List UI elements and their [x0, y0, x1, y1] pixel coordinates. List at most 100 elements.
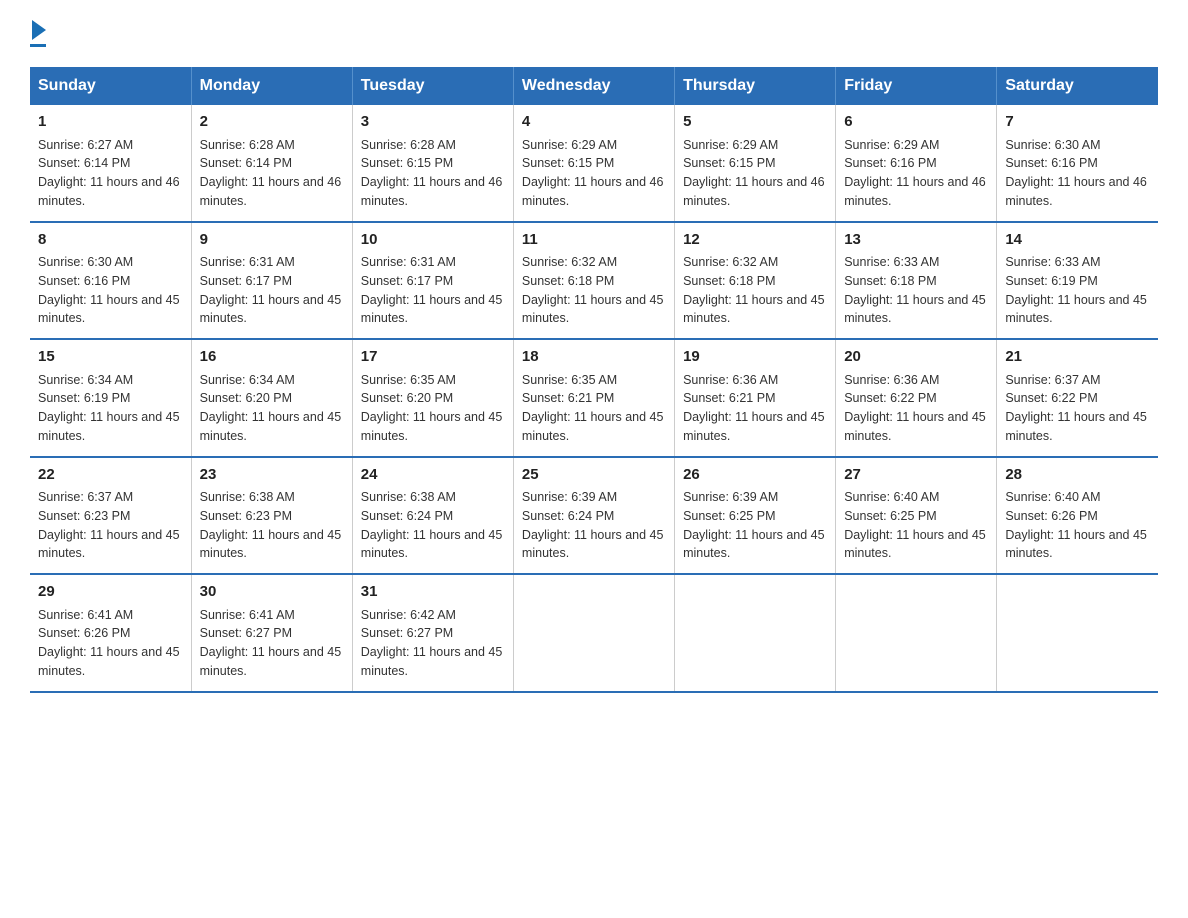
page-header — [30, 20, 1158, 47]
day-info: Sunrise: 6:37 AMSunset: 6:22 PMDaylight:… — [1005, 371, 1150, 446]
day-info: Sunrise: 6:35 AMSunset: 6:20 PMDaylight:… — [361, 371, 505, 446]
day-number: 27 — [844, 464, 988, 487]
calendar-cell: 26 Sunrise: 6:39 AMSunset: 6:25 PMDaylig… — [675, 457, 836, 575]
day-info: Sunrise: 6:36 AMSunset: 6:22 PMDaylight:… — [844, 371, 988, 446]
calendar-cell: 24 Sunrise: 6:38 AMSunset: 6:24 PMDaylig… — [352, 457, 513, 575]
day-number: 15 — [38, 346, 183, 369]
week-row-4: 22 Sunrise: 6:37 AMSunset: 6:23 PMDaylig… — [30, 457, 1158, 575]
calendar-cell: 1 Sunrise: 6:27 AMSunset: 6:14 PMDayligh… — [30, 105, 191, 222]
calendar-cell: 5 Sunrise: 6:29 AMSunset: 6:15 PMDayligh… — [675, 105, 836, 222]
calendar-cell: 29 Sunrise: 6:41 AMSunset: 6:26 PMDaylig… — [30, 574, 191, 692]
day-info: Sunrise: 6:38 AMSunset: 6:24 PMDaylight:… — [361, 488, 505, 563]
day-info: Sunrise: 6:33 AMSunset: 6:19 PMDaylight:… — [1005, 253, 1150, 328]
calendar-cell: 11 Sunrise: 6:32 AMSunset: 6:18 PMDaylig… — [513, 222, 674, 340]
week-row-1: 1 Sunrise: 6:27 AMSunset: 6:14 PMDayligh… — [30, 105, 1158, 222]
day-info: Sunrise: 6:34 AMSunset: 6:19 PMDaylight:… — [38, 371, 183, 446]
day-number: 14 — [1005, 229, 1150, 252]
logo — [30, 20, 46, 47]
day-number: 28 — [1005, 464, 1150, 487]
calendar-cell: 10 Sunrise: 6:31 AMSunset: 6:17 PMDaylig… — [352, 222, 513, 340]
calendar-cell: 14 Sunrise: 6:33 AMSunset: 6:19 PMDaylig… — [997, 222, 1158, 340]
calendar-cell — [675, 574, 836, 692]
calendar-cell: 3 Sunrise: 6:28 AMSunset: 6:15 PMDayligh… — [352, 105, 513, 222]
day-info: Sunrise: 6:40 AMSunset: 6:25 PMDaylight:… — [844, 488, 988, 563]
day-number: 10 — [361, 229, 505, 252]
day-info: Sunrise: 6:28 AMSunset: 6:14 PMDaylight:… — [200, 136, 344, 211]
day-number: 21 — [1005, 346, 1150, 369]
calendar-cell — [513, 574, 674, 692]
day-number: 20 — [844, 346, 988, 369]
weekday-header-wednesday: Wednesday — [513, 67, 674, 105]
day-info: Sunrise: 6:39 AMSunset: 6:24 PMDaylight:… — [522, 488, 666, 563]
weekday-header-monday: Monday — [191, 67, 352, 105]
day-number: 11 — [522, 229, 666, 252]
day-number: 16 — [200, 346, 344, 369]
day-info: Sunrise: 6:32 AMSunset: 6:18 PMDaylight:… — [683, 253, 827, 328]
day-number: 18 — [522, 346, 666, 369]
calendar-cell — [997, 574, 1158, 692]
calendar-cell: 16 Sunrise: 6:34 AMSunset: 6:20 PMDaylig… — [191, 339, 352, 457]
day-info: Sunrise: 6:39 AMSunset: 6:25 PMDaylight:… — [683, 488, 827, 563]
calendar-cell: 15 Sunrise: 6:34 AMSunset: 6:19 PMDaylig… — [30, 339, 191, 457]
calendar-cell: 17 Sunrise: 6:35 AMSunset: 6:20 PMDaylig… — [352, 339, 513, 457]
day-number: 19 — [683, 346, 827, 369]
day-number: 31 — [361, 581, 505, 604]
day-number: 4 — [522, 111, 666, 134]
day-number: 17 — [361, 346, 505, 369]
day-number: 2 — [200, 111, 344, 134]
calendar-cell: 22 Sunrise: 6:37 AMSunset: 6:23 PMDaylig… — [30, 457, 191, 575]
calendar-cell — [836, 574, 997, 692]
day-info: Sunrise: 6:38 AMSunset: 6:23 PMDaylight:… — [200, 488, 344, 563]
day-info: Sunrise: 6:31 AMSunset: 6:17 PMDaylight:… — [200, 253, 344, 328]
day-number: 29 — [38, 581, 183, 604]
day-number: 3 — [361, 111, 505, 134]
day-number: 23 — [200, 464, 344, 487]
day-info: Sunrise: 6:34 AMSunset: 6:20 PMDaylight:… — [200, 371, 344, 446]
calendar-cell: 27 Sunrise: 6:40 AMSunset: 6:25 PMDaylig… — [836, 457, 997, 575]
calendar-cell: 28 Sunrise: 6:40 AMSunset: 6:26 PMDaylig… — [997, 457, 1158, 575]
calendar-cell: 23 Sunrise: 6:38 AMSunset: 6:23 PMDaylig… — [191, 457, 352, 575]
weekday-header-tuesday: Tuesday — [352, 67, 513, 105]
day-number: 24 — [361, 464, 505, 487]
day-info: Sunrise: 6:40 AMSunset: 6:26 PMDaylight:… — [1005, 488, 1150, 563]
week-row-2: 8 Sunrise: 6:30 AMSunset: 6:16 PMDayligh… — [30, 222, 1158, 340]
calendar-cell: 21 Sunrise: 6:37 AMSunset: 6:22 PMDaylig… — [997, 339, 1158, 457]
day-number: 6 — [844, 111, 988, 134]
day-number: 5 — [683, 111, 827, 134]
day-info: Sunrise: 6:32 AMSunset: 6:18 PMDaylight:… — [522, 253, 666, 328]
calendar-cell: 6 Sunrise: 6:29 AMSunset: 6:16 PMDayligh… — [836, 105, 997, 222]
day-number: 30 — [200, 581, 344, 604]
day-info: Sunrise: 6:31 AMSunset: 6:17 PMDaylight:… — [361, 253, 505, 328]
day-number: 1 — [38, 111, 183, 134]
calendar-cell: 25 Sunrise: 6:39 AMSunset: 6:24 PMDaylig… — [513, 457, 674, 575]
day-info: Sunrise: 6:41 AMSunset: 6:26 PMDaylight:… — [38, 606, 183, 681]
day-info: Sunrise: 6:42 AMSunset: 6:27 PMDaylight:… — [361, 606, 505, 681]
calendar-cell: 13 Sunrise: 6:33 AMSunset: 6:18 PMDaylig… — [836, 222, 997, 340]
weekday-header-sunday: Sunday — [30, 67, 191, 105]
week-row-5: 29 Sunrise: 6:41 AMSunset: 6:26 PMDaylig… — [30, 574, 1158, 692]
day-info: Sunrise: 6:35 AMSunset: 6:21 PMDaylight:… — [522, 371, 666, 446]
day-info: Sunrise: 6:27 AMSunset: 6:14 PMDaylight:… — [38, 136, 183, 211]
weekday-header-row: SundayMondayTuesdayWednesdayThursdayFrid… — [30, 67, 1158, 105]
calendar-cell: 4 Sunrise: 6:29 AMSunset: 6:15 PMDayligh… — [513, 105, 674, 222]
logo-triangle-icon — [32, 20, 46, 40]
calendar-cell: 30 Sunrise: 6:41 AMSunset: 6:27 PMDaylig… — [191, 574, 352, 692]
day-info: Sunrise: 6:33 AMSunset: 6:18 PMDaylight:… — [844, 253, 988, 328]
day-number: 8 — [38, 229, 183, 252]
calendar-cell: 20 Sunrise: 6:36 AMSunset: 6:22 PMDaylig… — [836, 339, 997, 457]
day-info: Sunrise: 6:37 AMSunset: 6:23 PMDaylight:… — [38, 488, 183, 563]
calendar-cell: 2 Sunrise: 6:28 AMSunset: 6:14 PMDayligh… — [191, 105, 352, 222]
day-number: 22 — [38, 464, 183, 487]
day-number: 25 — [522, 464, 666, 487]
day-info: Sunrise: 6:29 AMSunset: 6:16 PMDaylight:… — [844, 136, 988, 211]
calendar-cell: 18 Sunrise: 6:35 AMSunset: 6:21 PMDaylig… — [513, 339, 674, 457]
calendar-cell: 19 Sunrise: 6:36 AMSunset: 6:21 PMDaylig… — [675, 339, 836, 457]
day-info: Sunrise: 6:29 AMSunset: 6:15 PMDaylight:… — [522, 136, 666, 211]
weekday-header-saturday: Saturday — [997, 67, 1158, 105]
calendar-cell: 12 Sunrise: 6:32 AMSunset: 6:18 PMDaylig… — [675, 222, 836, 340]
calendar-table: SundayMondayTuesdayWednesdayThursdayFrid… — [30, 67, 1158, 693]
calendar-cell: 9 Sunrise: 6:31 AMSunset: 6:17 PMDayligh… — [191, 222, 352, 340]
day-info: Sunrise: 6:28 AMSunset: 6:15 PMDaylight:… — [361, 136, 505, 211]
logo-underline — [30, 44, 46, 47]
day-number: 12 — [683, 229, 827, 252]
